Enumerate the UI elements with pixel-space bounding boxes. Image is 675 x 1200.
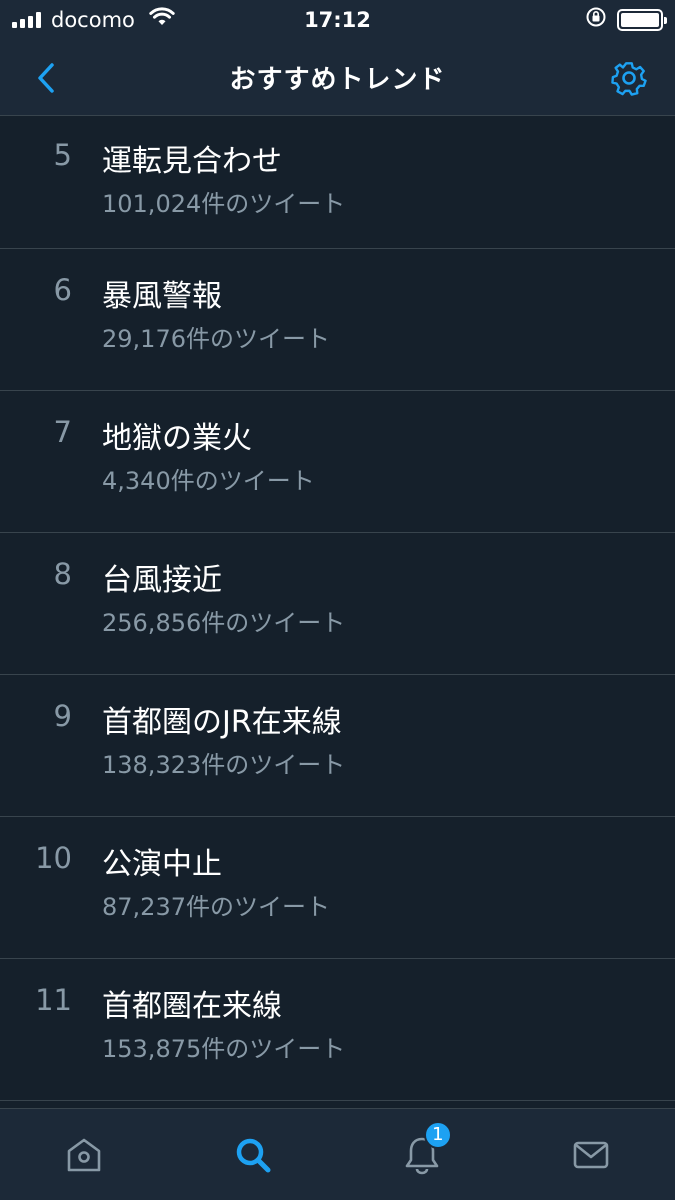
navigation-bar: おすすめトレンド <box>0 40 675 116</box>
trend-item[interactable]: 10 公演中止 87,237件のツイート <box>0 817 675 959</box>
page-title: おすすめトレンド <box>229 65 446 95</box>
trend-item[interactable]: 11 首都圏在来線 153,875件のツイート <box>0 959 675 1101</box>
carrier-name: docomo <box>51 8 135 32</box>
battery-icon <box>616 9 667 31</box>
trend-name: 首都圏のJR在来線 <box>102 705 342 740</box>
trend-tweet-count: 256,856件のツイート <box>102 609 346 637</box>
trend-tweet-count: 153,875件のツイート <box>102 1035 346 1063</box>
trend-name: 台風接近 <box>102 563 222 598</box>
trend-item[interactable]: 6 暴風警報 29,176件のツイート <box>0 249 675 391</box>
trend-item[interactable]: 9 首都圏のJR在来線 138,323件のツイート <box>0 675 675 817</box>
trend-tweet-count: 138,323件のツイート <box>102 751 346 779</box>
search-icon <box>236 1138 271 1172</box>
trend-name: 首都圏在来線 <box>102 989 282 1024</box>
trend-rank: 10 <box>35 841 72 875</box>
chevron-left-icon <box>38 62 54 93</box>
wifi-icon <box>149 7 175 33</box>
trend-rank: 7 <box>53 415 72 449</box>
tab-messages[interactable] <box>551 1115 631 1195</box>
status-bar: docomo 17:12 <box>0 0 675 40</box>
trend-tweet-count: 87,237件のツイート <box>102 893 330 921</box>
battery-level <box>620 13 659 27</box>
home-icon <box>68 1138 101 1171</box>
orientation-lock-icon <box>585 6 607 34</box>
trend-rank: 6 <box>53 273 72 307</box>
tab-bar: 1 <box>0 1108 675 1200</box>
tab-home[interactable] <box>44 1115 124 1195</box>
trend-list: 5 運転見合わせ 101,024件のツイート 6 暴風警報 29,176件のツイ… <box>0 116 675 1101</box>
back-button[interactable] <box>24 56 68 100</box>
trend-rank: 5 <box>53 138 72 172</box>
trend-name: 暴風警報 <box>102 279 222 314</box>
status-time: 17:12 <box>304 8 371 32</box>
signal-strength-icon <box>12 12 41 28</box>
trend-item[interactable]: 8 台風接近 256,856件のツイート <box>0 533 675 675</box>
gear-icon <box>611 61 647 96</box>
trend-name: 公演中止 <box>102 847 222 882</box>
trend-name: 運転見合わせ <box>102 144 282 179</box>
trend-rank: 11 <box>35 983 72 1017</box>
trend-item[interactable]: 7 地獄の業火 4,340件のツイート <box>0 391 675 533</box>
trend-tweet-count: 29,176件のツイート <box>102 325 330 353</box>
trend-tweet-count: 4,340件のツイート <box>102 467 315 495</box>
trend-item[interactable]: 5 運転見合わせ 101,024件のツイート <box>0 116 675 249</box>
tab-notifications[interactable]: 1 <box>382 1115 462 1195</box>
mail-icon <box>573 1141 608 1168</box>
settings-button[interactable] <box>607 56 651 100</box>
notification-badge: 1 <box>423 1120 452 1149</box>
status-left: docomo <box>12 7 252 33</box>
trend-rank: 8 <box>53 557 72 591</box>
status-right <box>423 6 667 34</box>
trend-name: 地獄の業火 <box>102 421 252 456</box>
tab-search[interactable] <box>213 1115 293 1195</box>
trend-rank: 9 <box>53 699 72 733</box>
trend-tweet-count: 101,024件のツイート <box>102 190 346 218</box>
trends-screen: docomo 17:12 おすすめトレンド 5 運転見合わせ 101,024件の… <box>0 0 675 1200</box>
